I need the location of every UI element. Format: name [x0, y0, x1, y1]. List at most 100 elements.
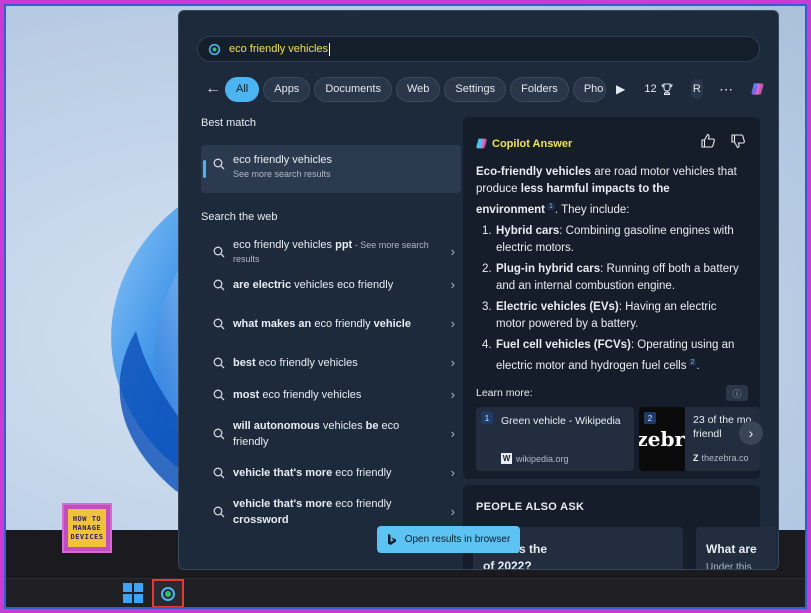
source-domain: wikipedia.org: [516, 453, 569, 464]
bing-icon: [387, 533, 396, 545]
web-result-item[interactable]: eco friendly vehicles ppt - See more sea…: [201, 235, 461, 269]
question-text: What are: [706, 542, 757, 556]
info-icon[interactable]: ⓘ: [726, 385, 748, 401]
web-result-item[interactable]: vehicle that's more eco friendly ›: [201, 457, 461, 489]
answer-intro: Eco-friendly vehicles are road motor veh…: [476, 164, 746, 219]
list-number: 2.: [482, 262, 492, 275]
result-bold: vehicle: [373, 318, 411, 330]
list-item-text: .: [696, 359, 700, 372]
tab-photos[interactable]: Pho: [572, 76, 606, 102]
open-results-label: Open results in browser: [404, 534, 511, 545]
rewards-points[interactable]: 12: [644, 83, 673, 95]
source-number: 1: [481, 412, 493, 424]
list-item-bold: Plug-in hybrid cars: [496, 262, 601, 275]
result-bold: best: [233, 357, 256, 369]
source-site: Z thezebra.co: [693, 453, 749, 463]
chevron-right-icon: ›: [450, 355, 455, 370]
copilot-answer-heading: Copilot Answer: [475, 137, 572, 150]
thumbs-up-icon[interactable]: [700, 133, 716, 149]
selection-indicator: [203, 160, 206, 178]
thumbs-down-icon[interactable]: [730, 133, 746, 149]
web-result-item[interactable]: most eco friendly vehicles ›: [201, 379, 461, 411]
tab-documents[interactable]: Documents: [314, 76, 392, 102]
copilot-answer-title: Copilot Answer: [492, 137, 573, 150]
result-bold: vehicle that's more: [233, 498, 333, 510]
more-options-icon[interactable]: ⋯: [719, 81, 734, 98]
question-subtext: Under this: [706, 562, 752, 570]
results-column: Best match eco friendly vehicles See mor…: [201, 117, 461, 535]
chevron-right-icon: ›: [450, 465, 455, 480]
source-site: W wikipedia.org: [501, 453, 569, 464]
search-icon: [213, 158, 225, 170]
question-card[interactable]: What are Under this: [696, 527, 776, 570]
web-result-item[interactable]: will autonomous vehicles be eco friendly…: [201, 411, 461, 457]
search-query[interactable]: eco friendly vehicles: [229, 43, 328, 55]
web-result-item[interactable]: what makes an eco friendly vehicle ›: [201, 301, 461, 347]
list-number: 4.: [482, 338, 492, 351]
result-bold: ppt: [335, 239, 353, 251]
search-icon: [213, 279, 225, 291]
citation-badge[interactable]: 1: [547, 203, 555, 210]
search-icon: [213, 246, 225, 258]
user-avatar[interactable]: R: [690, 79, 704, 99]
answer-intro-bold: Eco-friendly vehicles: [476, 166, 592, 178]
copilot-icon[interactable]: [750, 77, 765, 101]
result-text: eco friendly vehicles: [233, 239, 336, 251]
taskbar: [6, 578, 805, 607]
chevron-right-icon: ›: [450, 277, 455, 292]
source-title-line: friendl: [693, 428, 722, 440]
trophy-icon: [661, 83, 673, 95]
best-match-title: eco friendly vehicles: [233, 154, 333, 166]
web-result-item[interactable]: best eco friendly vehicles ›: [201, 347, 461, 379]
text-caret: [329, 42, 331, 56]
result-bold: will autonomous: [233, 420, 320, 432]
search-panel: eco friendly vehicles ← All Apps Documen…: [178, 10, 779, 570]
result-text: eco friendly: [332, 498, 392, 510]
tab-folders[interactable]: Folders: [510, 76, 569, 102]
play-icon[interactable]: ▶: [616, 82, 628, 96]
tab-web[interactable]: Web: [395, 76, 441, 102]
search-icon: [213, 506, 225, 518]
wikipedia-icon: W: [501, 453, 512, 464]
logo-line-2: MANAGE: [72, 523, 102, 532]
result-bold: what makes an: [233, 318, 312, 330]
result-text: vehicles: [319, 420, 366, 432]
zebra-icon: Z: [693, 453, 699, 463]
back-arrow-icon[interactable]: ←: [205, 80, 221, 98]
chevron-right-icon: ›: [450, 504, 455, 519]
search-icon: [208, 43, 221, 55]
best-match-item[interactable]: eco friendly vehicles See more search re…: [201, 145, 461, 193]
learn-more-label: Learn more:: [476, 387, 533, 399]
points-count: 12: [644, 83, 657, 95]
list-number: 1.: [482, 224, 492, 237]
result-bold: most: [233, 389, 260, 401]
taskbar-search-button[interactable]: [152, 579, 184, 607]
people-also-ask-heading: PEOPLE ALSO ASK: [476, 501, 585, 513]
tab-all[interactable]: All: [225, 76, 260, 102]
chevron-right-icon[interactable]: ›: [739, 421, 763, 445]
start-button[interactable]: [123, 583, 143, 603]
web-result-item[interactable]: are electric vehicles eco friendly ›: [201, 269, 461, 301]
chevron-right-icon: ›: [450, 244, 455, 259]
search-icon: [213, 428, 225, 440]
chevron-right-icon: ›: [450, 387, 455, 402]
list-item: 1. Hybrid cars: Combining gasoline engine…: [476, 223, 746, 257]
search-icon: [161, 586, 175, 601]
source-card[interactable]: 1 Green vehicle - Wikipedia W wikipedia.…: [476, 407, 634, 471]
search-box[interactable]: eco friendly vehicles: [197, 36, 760, 62]
result-bold: vehicle that's more: [233, 467, 333, 479]
question-text: of 2022?: [483, 559, 532, 570]
result-bold: crossword: [233, 514, 289, 526]
copilot-answer-card: Copilot Answer Eco-friendly vehicles are…: [463, 117, 763, 479]
tab-apps[interactable]: Apps: [263, 76, 311, 102]
result-bold: are electric: [233, 279, 292, 291]
open-results-in-browser-button[interactable]: Open results in browser: [377, 526, 520, 553]
tab-settings[interactable]: Settings: [444, 76, 507, 102]
source-domain: thezebra.co: [701, 453, 749, 463]
thumbnail-text: zebr: [639, 427, 685, 451]
list-item: 4. Fuel cell vehicles (FCVs): Operating u…: [476, 337, 746, 375]
copilot-answer-body: Eco-friendly vehicles are road motor veh…: [476, 164, 746, 379]
chevron-right-icon: ›: [450, 316, 455, 331]
result-bold: be: [365, 420, 379, 432]
chevron-right-icon: ›: [450, 426, 455, 441]
